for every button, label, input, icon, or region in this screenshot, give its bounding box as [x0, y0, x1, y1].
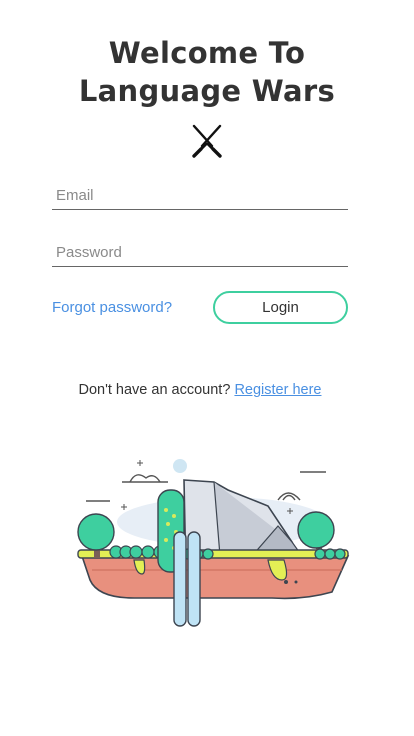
password-field[interactable]	[52, 239, 348, 267]
register-link[interactable]: Register here	[234, 382, 321, 398]
page-title: Welcome To Language Wars	[0, 34, 414, 110]
floating-island-landscape-illustration	[77, 459, 350, 627]
email-field[interactable]	[52, 182, 348, 210]
login-button[interactable]: Login	[213, 291, 348, 324]
forgot-password-link[interactable]: Forgot password?	[52, 299, 172, 316]
title-line-1: Welcome To	[108, 36, 306, 70]
crossed-swords-icon	[192, 124, 222, 158]
register-prompt-text: Don't have an account?	[78, 382, 231, 398]
title-line-2: Language Wars	[78, 74, 336, 108]
register-prompt: Don't have an account? Register here	[0, 382, 400, 398]
